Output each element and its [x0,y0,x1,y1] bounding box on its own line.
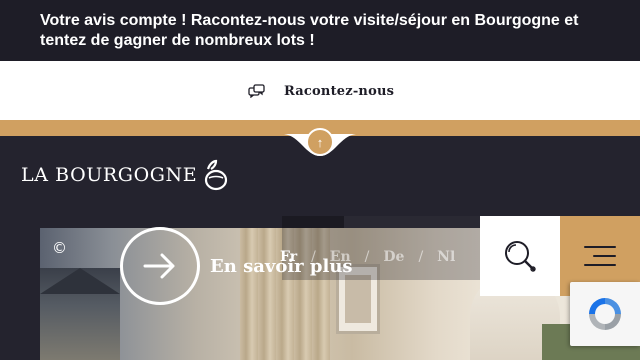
language-option-nl[interactable]: Nl [437,249,455,265]
hero-roof-shape [40,268,120,294]
site-logo[interactable]: LA BOURGOGNE [21,158,229,192]
announcement-banner: Votre avis compte ! Racontez-nous votre … [0,0,640,61]
chat-bubbles-icon [248,84,265,98]
hamburger-menu-icon [584,246,616,266]
racontez-nous-link[interactable]: Racontez-nous [248,80,394,102]
copyright-icon[interactable]: © [52,240,68,256]
logo-text: LA BOURGOGNE [21,164,198,186]
arrow-right-icon [143,253,175,279]
search-icon [505,241,536,272]
scroll-to-top-button[interactable]: ↑ [306,128,334,156]
recaptcha-badge[interactable] [570,282,640,346]
language-separator: / [418,249,424,265]
en-savoir-plus-label: En savoir plus [210,255,353,277]
language-option-de[interactable]: De [383,249,404,265]
arrow-right-circle [120,227,200,305]
racontez-nous-label: Racontez-nous [284,83,395,99]
language-panel-strip [344,216,480,228]
language-separator: / [364,249,370,265]
feedback-cta-bar: Racontez-nous [0,61,640,120]
recaptcha-icon [589,298,621,330]
search-button[interactable] [480,216,560,296]
arrow-up-icon: ↑ [316,134,324,150]
announcement-text: Votre avis compte ! Racontez-nous votre … [40,12,579,49]
en-savoir-plus-link[interactable]: En savoir plus [120,227,353,305]
bourgogne-logo-mark [205,159,228,191]
